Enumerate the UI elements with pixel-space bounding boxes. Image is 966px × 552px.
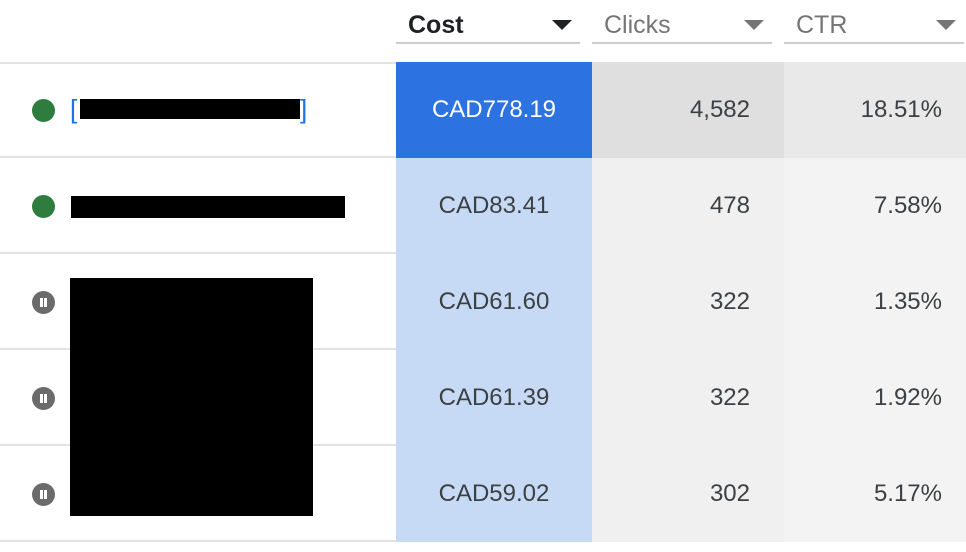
column-header-ctr-label: CTR — [796, 10, 848, 39]
green-dot-icon[interactable] — [32, 99, 55, 122]
column-header-clicks-label: Clicks — [604, 10, 671, 39]
ctr-cell: 1.35% — [784, 254, 966, 350]
column-header-ctr[interactable]: CTR — [784, 8, 964, 44]
campaign-name-bracket-open: [ — [70, 94, 78, 124]
clicks-cell: 322 — [592, 350, 784, 446]
column-header-cost-label: Cost — [408, 10, 464, 39]
caret-down-icon[interactable] — [552, 20, 572, 30]
table-row[interactable]: CAD83.41 478 7.58% — [0, 158, 966, 254]
clicks-cell: 4,582 — [592, 62, 784, 158]
pause-circle-icon[interactable] — [32, 291, 55, 314]
cost-cell: CAD83.41 — [396, 158, 592, 254]
campaign-name-redacted[interactable] — [71, 196, 345, 218]
ctr-cell: 7.58% — [784, 158, 966, 254]
clicks-cell: 322 — [592, 254, 784, 350]
caret-down-icon[interactable] — [744, 20, 764, 30]
cost-cell: CAD61.60 — [396, 254, 592, 350]
column-header-cost[interactable]: Cost — [396, 8, 580, 44]
ctr-cell: 18.51% — [784, 62, 966, 158]
campaign-name-redacted[interactable] — [80, 99, 300, 119]
campaign-names-redacted-block — [70, 278, 313, 516]
table-row[interactable]: [ ] CAD778.19 4,582 18.51% — [0, 62, 966, 158]
clicks-cell: 302 — [592, 446, 784, 542]
ctr-cell: 5.17% — [784, 446, 966, 542]
green-dot-icon[interactable] — [32, 195, 55, 218]
campaign-name-bracket-close: ] — [300, 94, 308, 124]
pause-circle-icon[interactable] — [32, 483, 55, 506]
cost-cell: CAD59.02 — [396, 446, 592, 542]
cost-cell: CAD778.19 — [396, 62, 592, 158]
column-header-clicks[interactable]: Clicks — [592, 8, 772, 44]
cost-cell: CAD61.39 — [396, 350, 592, 446]
pause-circle-icon[interactable] — [32, 387, 55, 410]
ctr-cell: 1.92% — [784, 350, 966, 446]
table-header: Cost Clicks CTR — [0, 0, 966, 64]
clicks-cell: 478 — [592, 158, 784, 254]
caret-down-icon[interactable] — [936, 20, 956, 30]
